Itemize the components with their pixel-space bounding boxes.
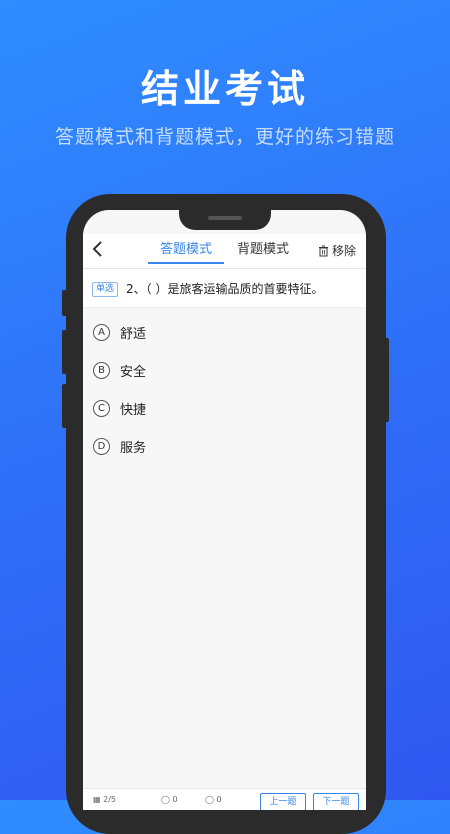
remove-button[interactable]: 移除 [318,242,356,259]
option-d-text: 服务 [120,441,147,456]
remove-label: 移除 [331,244,356,258]
phone-notch [179,210,271,230]
option-b-text: 安全 [120,365,147,380]
phone-side-button-left-3 [62,384,67,428]
option-c-text: 快捷 [120,403,147,418]
quiz-header: 答题模式 背题模式 移除 [83,234,366,269]
prev-question-button[interactable]: 上一题 [260,793,306,810]
phone-side-button-right [384,338,389,422]
option-a[interactable]: A 舒适 [93,323,146,342]
option-c[interactable]: C 快捷 [93,399,146,418]
question-type-badge: 单选 [92,282,119,297]
phone-screen: 答题模式 背题模式 移除 单选 2、（ ）是旅客运输品质的首要特征。 A 舒适 … [83,210,366,810]
bottom-bar: ▦ 2/5 ◯ 0 ◯ 0 上一题 下一题 [83,788,366,810]
tab-recite-mode[interactable]: 背题模式 [225,240,301,262]
option-d[interactable]: D 服务 [93,437,146,456]
phone-speaker [208,216,242,220]
hero-subtitle: 答题模式和背题模式，更好的练习错题 [54,126,395,148]
back-icon[interactable] [89,238,107,260]
option-b[interactable]: B 安全 [93,361,146,380]
option-b-letter: B [93,362,110,379]
option-c-letter: C [93,400,110,417]
phone-side-button-left-1 [62,290,67,316]
hero-title: 结业考试 [140,67,309,111]
option-a-text: 舒适 [120,327,147,342]
next-question-button[interactable]: 下一题 [313,793,359,810]
question-text: 2、（ ）是旅客运输品质的首要特征。 [126,282,324,296]
option-d-letter: D [93,438,110,455]
question-bar: 单选 2、（ ）是旅客运输品质的首要特征。 [83,269,366,308]
option-a-letter: A [93,324,110,341]
tab-answer-mode[interactable]: 答题模式 [148,240,224,264]
trash-icon [318,245,328,256]
phone-side-button-left-2 [62,330,67,374]
